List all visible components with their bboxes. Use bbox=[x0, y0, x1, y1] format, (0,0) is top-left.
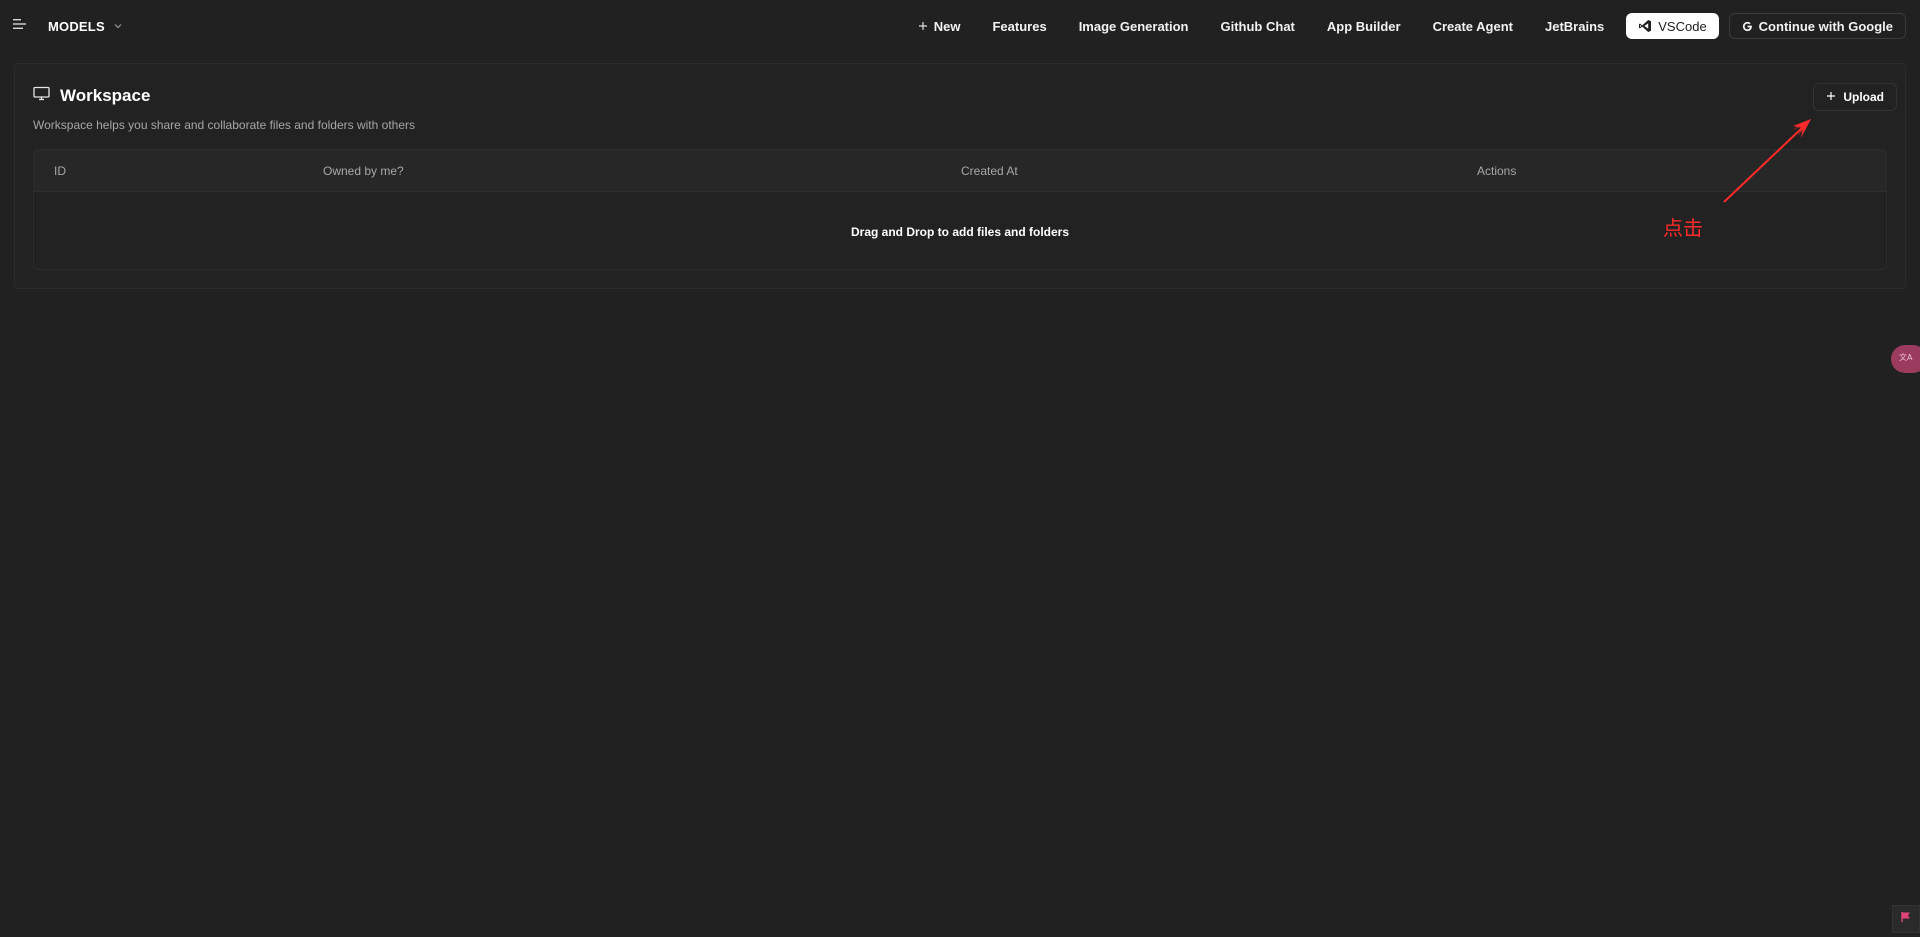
page-description: Workspace helps you share and collaborat… bbox=[33, 118, 415, 132]
files-table: ID Owned by me? Created At Actions Drag … bbox=[33, 149, 1887, 270]
google-icon bbox=[1742, 21, 1753, 32]
translate-icon: 文A bbox=[1899, 350, 1915, 369]
nav-jetbrains-label: JetBrains bbox=[1545, 18, 1605, 34]
nav-features[interactable]: Features bbox=[978, 12, 1060, 40]
workspace-panel: Workspace Workspace helps you share and … bbox=[14, 63, 1906, 289]
nav-create-agent-label: Create Agent bbox=[1432, 18, 1513, 34]
new-chat-button[interactable]: New bbox=[904, 12, 975, 40]
column-actions: Actions bbox=[1477, 164, 1517, 178]
nav-image-generation[interactable]: Image Generation bbox=[1065, 12, 1203, 40]
plus-icon bbox=[918, 21, 928, 31]
nav-app-builder[interactable]: App Builder bbox=[1313, 12, 1415, 40]
new-chat-label: New bbox=[933, 18, 961, 34]
column-owned-by-me[interactable]: Owned by me? bbox=[323, 164, 404, 178]
google-signin-label: Continue with Google bbox=[1758, 18, 1893, 34]
page-title: Workspace bbox=[60, 86, 151, 105]
column-id[interactable]: ID bbox=[54, 164, 66, 178]
nav-vscode-label: VSCode bbox=[1658, 18, 1707, 34]
upload-label: Upload bbox=[1843, 90, 1884, 104]
nav-create-agent[interactable]: Create Agent bbox=[1419, 12, 1527, 40]
drop-zone[interactable]: Drag and Drop to add files and folders bbox=[34, 192, 1886, 269]
nav-image-generation-label: Image Generation bbox=[1078, 18, 1189, 34]
column-created-at[interactable]: Created At bbox=[961, 164, 1018, 178]
nav-vscode-button[interactable]: VSCode bbox=[1626, 13, 1719, 39]
translate-button[interactable]: 文A bbox=[1891, 345, 1920, 373]
svg-text:文A: 文A bbox=[1899, 352, 1913, 362]
monitor-icon bbox=[33, 86, 50, 106]
nav-features-label: Features bbox=[992, 18, 1047, 34]
flag-icon bbox=[1900, 910, 1912, 928]
google-signin-button[interactable]: Continue with Google bbox=[1728, 13, 1906, 39]
nav-github-chat[interactable]: Github Chat bbox=[1207, 12, 1309, 40]
feedback-button[interactable] bbox=[1892, 905, 1920, 933]
chevron-down-icon bbox=[113, 21, 123, 31]
model-selector[interactable]: MODELS bbox=[48, 15, 123, 37]
workspace-header: Workspace bbox=[33, 86, 150, 106]
top-bar: MODELS New Features Image Generation Git… bbox=[0, 0, 1920, 52]
model-selector-label: MODELS bbox=[48, 18, 105, 34]
upload-button[interactable]: Upload bbox=[1813, 83, 1897, 111]
nav-app-builder-label: App Builder bbox=[1326, 18, 1401, 34]
vscode-icon bbox=[1638, 19, 1652, 33]
annotation-label: 点击 bbox=[1663, 216, 1703, 240]
plus-icon bbox=[1826, 90, 1836, 104]
nav-github-chat-label: Github Chat bbox=[1220, 18, 1295, 34]
top-nav: New Features Image Generation Github Cha… bbox=[904, 12, 1906, 40]
empty-state-message: Drag and Drop to add files and folders bbox=[850, 225, 1070, 239]
table-header: ID Owned by me? Created At Actions bbox=[34, 150, 1886, 192]
nav-jetbrains[interactable]: JetBrains bbox=[1531, 12, 1618, 40]
menu-icon[interactable] bbox=[12, 17, 30, 35]
